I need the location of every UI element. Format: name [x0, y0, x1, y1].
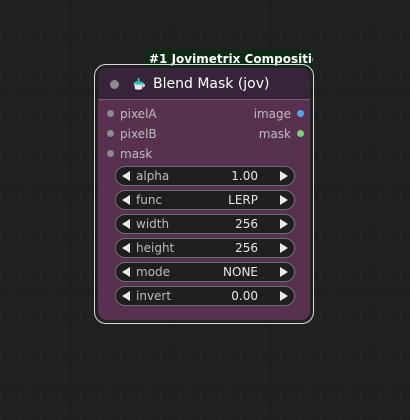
input-slot-mask-label: mask — [120, 147, 153, 161]
widget-width-value[interactable]: 256 — [235, 215, 258, 233]
increment-arrow-icon[interactable] — [280, 291, 288, 301]
widget-mode-value[interactable]: NONE — [223, 263, 258, 281]
input-slot-pixela-dot[interactable] — [107, 110, 114, 117]
widget-mode[interactable]: mode NONE — [115, 262, 295, 282]
widget-mode-label: mode — [136, 265, 171, 279]
output-slot-mask-dot[interactable] — [297, 130, 304, 137]
collapse-toggle[interactable] — [110, 80, 119, 89]
increment-arrow-icon[interactable] — [280, 219, 288, 229]
widget-height[interactable]: height 256 — [115, 238, 295, 258]
increment-arrow-icon[interactable] — [280, 171, 288, 181]
blend-mask-node[interactable]: Blend Mask (jov) pixelA pixelB mask imag… — [98, 68, 310, 320]
output-slot-mask-label: mask — [258, 127, 291, 141]
input-slot-pixelb-dot[interactable] — [107, 130, 114, 137]
input-slot-pixela-label: pixelA — [120, 107, 157, 121]
output-slot-image-label: image — [253, 107, 291, 121]
widget-alpha[interactable]: alpha 1.00 — [115, 166, 295, 186]
input-slot-mask-dot[interactable] — [107, 150, 114, 157]
decrement-arrow-icon[interactable] — [122, 171, 130, 181]
increment-arrow-icon[interactable] — [280, 195, 288, 205]
widget-invert-label: invert — [136, 289, 172, 303]
decrement-arrow-icon[interactable] — [122, 243, 130, 253]
decrement-arrow-icon[interactable] — [122, 219, 130, 229]
node-title: Blend Mask (jov) — [153, 76, 270, 92]
widget-height-value[interactable]: 256 — [235, 239, 258, 257]
widget-alpha-value[interactable]: 1.00 — [231, 167, 258, 185]
widget-func-value[interactable]: LERP — [228, 191, 258, 209]
increment-arrow-icon[interactable] — [280, 267, 288, 277]
widget-width[interactable]: width 256 — [115, 214, 295, 234]
widget-func-label: func — [136, 193, 163, 207]
widget-func[interactable]: func LERP — [115, 190, 295, 210]
widget-invert-value[interactable]: 0.00 — [231, 287, 258, 305]
decrement-arrow-icon[interactable] — [122, 195, 130, 205]
node-header[interactable]: Blend Mask (jov) — [98, 68, 310, 100]
widget-invert[interactable]: invert 0.00 — [115, 286, 295, 306]
widget-alpha-label: alpha — [136, 169, 170, 183]
output-slot-image-dot[interactable] — [297, 110, 304, 117]
widget-width-label: width — [136, 217, 170, 231]
jovi-icon — [133, 78, 145, 90]
widget-height-label: height — [136, 241, 175, 255]
decrement-arrow-icon[interactable] — [122, 267, 130, 277]
decrement-arrow-icon[interactable] — [122, 291, 130, 301]
increment-arrow-icon[interactable] — [280, 243, 288, 253]
input-slot-pixelb-label: pixelB — [120, 127, 157, 141]
